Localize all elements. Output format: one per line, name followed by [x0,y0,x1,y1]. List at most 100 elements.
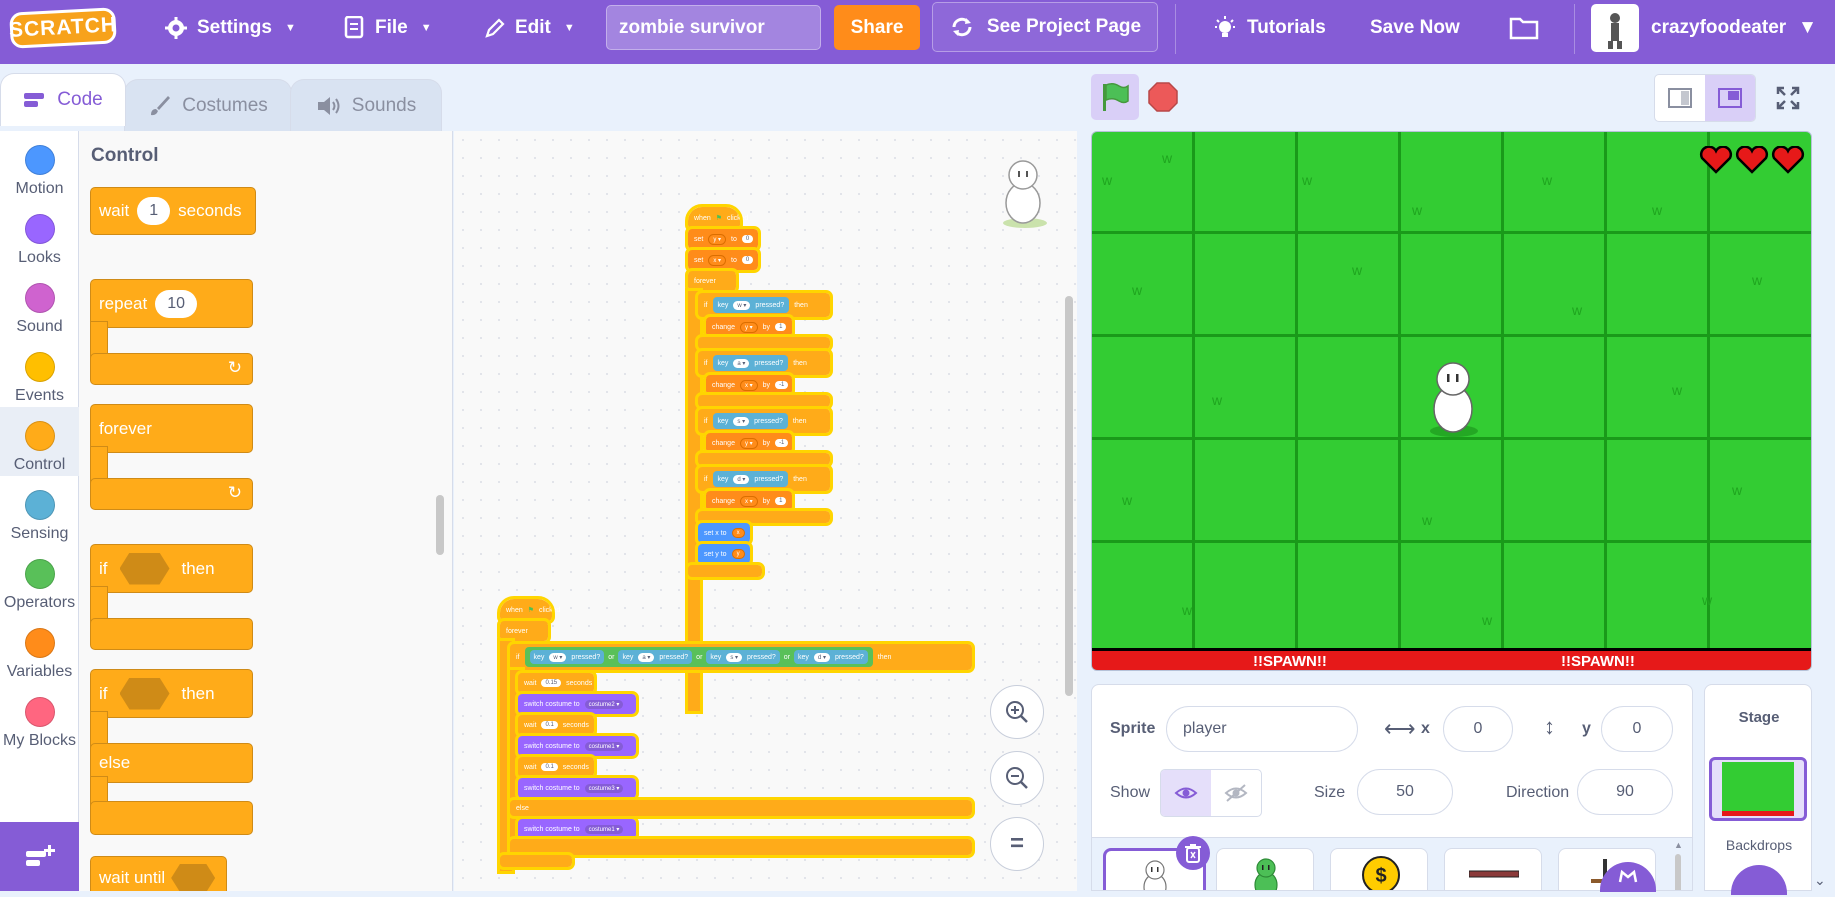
visibility-toggle[interactable] [1160,769,1262,817]
variable-dropdown[interactable]: y ▾ [739,437,758,449]
code-workspace[interactable]: when ⚑ clicked set y ▾ to 0 set x ▾ to 0 forever… [454,131,1077,891]
sprite-thumb-zombie[interactable] [1216,848,1314,890]
block-input[interactable]: 0 [741,235,754,243]
block-input[interactable]: -1 [775,381,789,389]
switch-costume-block[interactable]: switch costume to costume1 ▾ [515,733,639,759]
set-y-to-block[interactable]: set y to y [695,541,753,567]
edit-menu[interactable]: Edit ▼ [484,0,575,56]
set-x-to-block[interactable]: set x to x [695,520,753,546]
variable-dropdown[interactable]: x ▾ [739,495,758,507]
block-input[interactable]: 10 [155,289,197,318]
share-button[interactable]: Share [834,5,920,50]
my-stuff-button[interactable] [1509,0,1539,56]
stop-button[interactable] [1146,80,1180,114]
condition-slot[interactable] [119,552,170,585]
block-input[interactable]: 1 [137,197,171,225]
category-variables[interactable]: Variables [0,620,79,689]
key-dropdown[interactable]: s ▾ [733,416,750,426]
if-key-w-block[interactable]: if key w ▾ pressed? then [695,290,833,320]
zoom-out-button[interactable] [990,751,1044,805]
stage-target-panel[interactable]: Stage Backdrops [1704,684,1812,895]
block-input[interactable]: 0.1 [541,763,558,771]
change-x-block[interactable]: change x ▾ by -1 [703,372,795,398]
small-stage-button[interactable] [1655,75,1705,121]
palette-scrollbar[interactable] [436,495,444,555]
key-dropdown[interactable]: w ▾ [549,652,567,662]
wait-block[interactable]: wait 0.15 seconds [515,670,597,696]
variable-dropdown[interactable]: x ▾ [739,379,758,391]
wait-block[interactable]: wait 1 seconds [90,187,256,235]
change-y-block[interactable]: change y ▾ by -1 [703,430,795,456]
block-input[interactable]: -1 [775,439,789,447]
project-title-input[interactable]: zombie survivor [606,5,821,50]
forever-block[interactable]: forever [90,404,253,453]
key-dropdown[interactable]: w ▾ [733,300,751,310]
category-control[interactable]: Control [0,407,79,476]
when-flag-clicked-hat[interactable]: when ⚑ clicked [685,204,748,232]
costume-dropdown[interactable]: costume3 ▾ [584,783,624,793]
y-position-input[interactable]: 0 [1601,706,1673,752]
key-dropdown[interactable]: s ▾ [726,652,742,662]
zoom-in-button[interactable] [990,685,1044,739]
sprite-list-scrollbar[interactable]: ▲ [1674,838,1683,890]
condition-slot[interactable] [171,864,216,891]
key-dropdown[interactable]: a ▾ [638,652,655,662]
direction-input[interactable]: 90 [1577,769,1673,815]
costume-dropdown[interactable]: costume1 ▾ [584,741,624,751]
variable-dropdown[interactable]: y ▾ [708,233,727,245]
variable-dropdown[interactable]: y ▾ [739,321,758,333]
category-motion[interactable]: Motion [0,137,79,206]
file-menu[interactable]: File ▼ [344,0,432,56]
forever-block[interactable]: forever [497,618,551,644]
block-input[interactable]: 1 [775,323,787,331]
switch-costume-block[interactable]: switch costume to costume3 ▾ [515,775,639,801]
settings-menu[interactable]: Settings ▼ [164,0,296,56]
category-sensing[interactable]: Sensing [0,482,79,551]
size-input[interactable]: 50 [1357,769,1453,815]
add-sprite-button[interactable] [1600,862,1656,892]
set-x-block[interactable]: set x ▾ to 0 [685,247,761,273]
repeat-block[interactable]: repeat 10 [90,279,253,328]
block-input[interactable]: 0 [741,256,754,264]
player-sprite[interactable] [1428,361,1482,444]
block-input[interactable]: 0.15 [541,679,562,687]
show-sprite-button[interactable] [1161,770,1211,816]
category-looks[interactable]: Looks [0,206,79,275]
x-position-input[interactable]: 0 [1443,706,1513,752]
category-sound[interactable]: Sound [0,275,79,344]
stage-size-toggle[interactable] [1654,74,1756,122]
wait-until-block[interactable]: wait until [90,856,227,891]
if-then-else-block[interactable]: if then [90,669,253,718]
green-flag-button[interactable] [1091,74,1139,120]
block-input[interactable]: 1 [775,497,787,505]
wait-block[interactable]: wait 0.1 seconds [515,754,597,780]
change-x-block[interactable]: change x ▾ by 1 [703,488,795,514]
tab-sounds[interactable]: Sounds [290,79,442,131]
tab-costumes[interactable]: Costumes [124,79,292,131]
category-my-blocks[interactable]: My Blocks [0,689,79,758]
costume-dropdown[interactable]: costume1 ▾ [584,824,624,834]
if-key-s-block[interactable]: if key a ▾ pressed? then [695,348,833,378]
switch-costume-block[interactable]: switch costume to costume2 ▾ [515,691,639,717]
sprite-thumb-bar[interactable] [1444,848,1542,890]
costume-dropdown[interactable]: costume2 ▾ [584,699,624,709]
condition-slot[interactable] [119,677,170,710]
delete-sprite-button[interactable] [1176,836,1210,870]
reporter[interactable]: y [731,549,745,559]
wait-block[interactable]: wait 0.1 seconds [515,712,597,738]
workspace-scrollbar[interactable] [1065,296,1073,696]
key-dropdown[interactable]: d ▾ [813,652,830,662]
if-then-block[interactable]: if then [90,544,253,593]
switch-costume-block[interactable]: switch costume to costume1 ▾ [515,816,639,842]
sprite-name-input[interactable]: player [1166,706,1358,752]
hide-sprite-button[interactable] [1211,770,1261,816]
block-input[interactable]: 0.1 [541,721,558,729]
sprite-thumb-coin[interactable]: $ [1330,848,1428,890]
see-project-page-button[interactable]: See Project Page [932,2,1158,52]
backdrop-thumbnail[interactable] [1709,757,1807,821]
reset-zoom-button[interactable]: = [990,817,1044,871]
category-events[interactable]: Events [0,344,79,413]
if-key-d-block[interactable]: if key d ▾ pressed? then [695,464,833,494]
scratch-logo[interactable]: SCRATCH [8,7,118,49]
account-menu[interactable]: crazyfoodeater ▼ [1591,0,1817,56]
